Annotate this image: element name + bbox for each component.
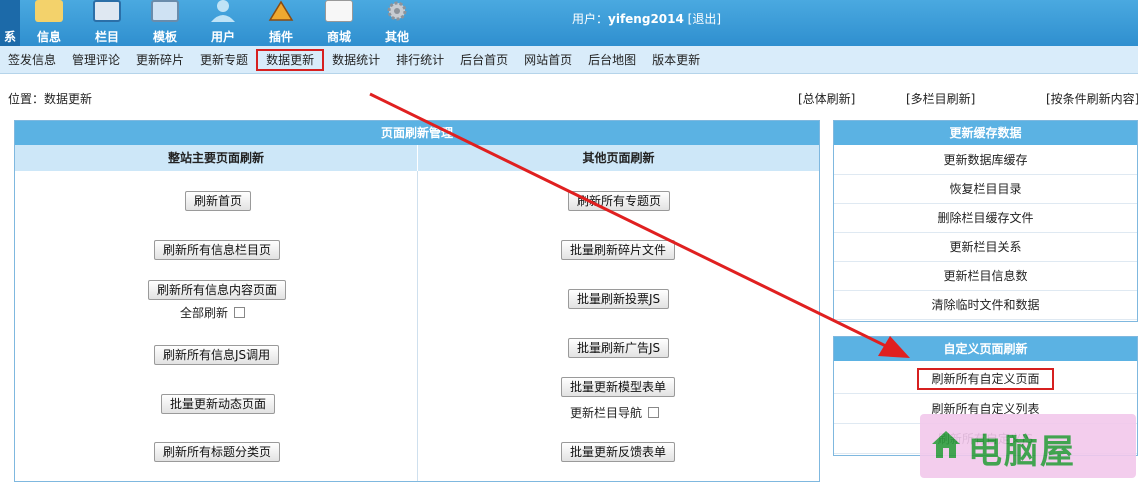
topnav-column[interactable]: 栏目	[78, 0, 136, 46]
topnav-label: 栏目	[94, 30, 119, 44]
topnav-system[interactable]: 系	[0, 0, 20, 46]
cache-item[interactable]: 清除临时文件和数据	[834, 291, 1137, 320]
left-column-header: 整站主要页面刷新	[15, 145, 417, 171]
watermark-logo: 电脑屋	[920, 414, 1136, 478]
right-column-header: 其他页面刷新	[418, 145, 819, 171]
checkbox-box[interactable]	[648, 407, 660, 418]
refresh-column-pages-button[interactable]: 刷新所有信息栏目页	[154, 240, 281, 260]
column-divider	[417, 171, 418, 481]
page-refresh-panel: 页面刷新管理 整站主要页面刷新 其他页面刷新 刷新首页 刷新所有信息栏目页 刷新…	[14, 120, 820, 482]
refresh-fragments-button[interactable]: 批量刷新碎片文件	[561, 240, 676, 260]
cache-item[interactable]: 恢复栏目目录	[834, 175, 1137, 204]
topnav-label: 商城	[326, 30, 351, 44]
topnav-label: 其他	[384, 30, 409, 44]
update-dynamic-pages-button[interactable]: 批量更新动态页面	[161, 394, 276, 414]
refresh-all-link[interactable]: [总体刷新]	[798, 90, 855, 107]
house-icon	[932, 431, 960, 458]
user-info: 用户：yifeng2014 [退出]	[572, 10, 721, 27]
breadcrumb: 位置：数据更新	[8, 92, 93, 106]
topnav-label: 模板	[152, 30, 177, 44]
subnav-item-data-update[interactable]: 数据更新	[256, 48, 325, 71]
user-icon	[209, 0, 237, 22]
cache-item[interactable]: 更新数据库缓存	[834, 146, 1137, 175]
subnav-item[interactable]: 后台首页	[452, 49, 516, 71]
topnav-label: 用户	[210, 30, 235, 44]
topnav-label: 信息	[36, 30, 61, 44]
custom-item-pages[interactable]: 刷新所有自定义页面	[834, 365, 1137, 394]
custom-panel-title: 自定义页面刷新	[834, 337, 1137, 361]
refresh-topics-button[interactable]: 刷新所有专题页	[568, 191, 671, 211]
topnav-label: 插件	[268, 30, 293, 44]
checkbox-label: 全部刷新	[180, 306, 229, 320]
topnav-shop[interactable]: 商城	[310, 0, 368, 46]
shop-icon	[325, 0, 353, 22]
update-model-forms-button[interactable]: 批量更新模型表单	[561, 377, 676, 397]
topnav-label: 系	[3, 30, 16, 44]
cache-item[interactable]: 更新栏目信息数	[834, 262, 1137, 291]
update-feedback-forms-button[interactable]: 批量更新反馈表单	[561, 442, 676, 462]
cache-item[interactable]: 删除栏目缓存文件	[834, 204, 1137, 233]
refresh-content-pages-button[interactable]: 刷新所有信息内容页面	[148, 280, 287, 300]
checkbox-label: 更新栏目导航	[570, 406, 643, 420]
plugin-icon	[267, 0, 295, 22]
document-icon	[35, 0, 63, 22]
refresh-ad-js-button[interactable]: 批量刷新广告JS	[568, 338, 670, 358]
refresh-home-button[interactable]: 刷新首页	[185, 191, 252, 211]
column-icon	[93, 0, 121, 22]
subnav-item[interactable]: 更新碎片	[128, 49, 192, 71]
subnav-item[interactable]: 网站首页	[516, 49, 580, 71]
multi-column-refresh-link[interactable]: [多栏目刷新]	[906, 90, 975, 107]
watermark-text: 电脑屋	[968, 432, 1076, 472]
cache-panel-title: 更新缓存数据	[834, 121, 1137, 145]
refresh-all-checkbox[interactable]: 全部刷新	[180, 304, 246, 321]
update-nav-checkbox[interactable]: 更新栏目导航	[570, 404, 660, 421]
cache-item[interactable]: 更新栏目关系	[834, 233, 1137, 262]
template-icon	[151, 0, 179, 22]
topnav-template[interactable]: 模板	[136, 0, 194, 46]
subnav-item[interactable]: 排行统计	[388, 49, 452, 71]
refresh-js-button[interactable]: 刷新所有信息JS调用	[154, 345, 280, 365]
topnav-plugin[interactable]: 插件	[252, 0, 310, 46]
refresh-title-class-button[interactable]: 刷新所有标题分类页	[154, 442, 281, 462]
checkbox-box[interactable]	[234, 307, 246, 318]
subnav-item[interactable]: 签发信息	[0, 49, 64, 71]
user-prefix: 用户：	[572, 12, 609, 26]
gear-icon	[383, 0, 411, 22]
logout-link[interactable]: [退出]	[688, 12, 721, 26]
panel-title: 页面刷新管理	[15, 121, 819, 145]
subnav-item[interactable]: 数据统计	[324, 49, 388, 71]
username: yifeng2014	[608, 12, 684, 26]
subnav-item[interactable]: 后台地图	[580, 49, 644, 71]
topnav-other[interactable]: 其他	[368, 0, 426, 46]
top-nav: 系 信息 栏目 模板 用户 插件 商城 其他	[0, 0, 426, 46]
topnav-user[interactable]: 用户	[194, 0, 252, 46]
subnav-item[interactable]: 管理评论	[64, 49, 128, 71]
sub-nav: 签发信息 管理评论 更新碎片 更新专题 数据更新 数据统计 排行统计 后台首页 …	[0, 46, 1138, 74]
conditional-refresh-link[interactable]: [按条件刷新内容]	[1046, 90, 1138, 107]
cache-panel: 更新缓存数据 更新数据库缓存 恢复栏目目录 删除栏目缓存文件 更新栏目关系 更新…	[833, 120, 1138, 322]
subnav-item[interactable]: 更新专题	[192, 49, 256, 71]
subnav-item[interactable]: 版本更新	[644, 49, 708, 71]
custom-item-label: 刷新所有自定义页面	[917, 368, 1054, 390]
topnav-info[interactable]: 信息	[20, 0, 78, 46]
refresh-vote-js-button[interactable]: 批量刷新投票JS	[568, 289, 670, 309]
